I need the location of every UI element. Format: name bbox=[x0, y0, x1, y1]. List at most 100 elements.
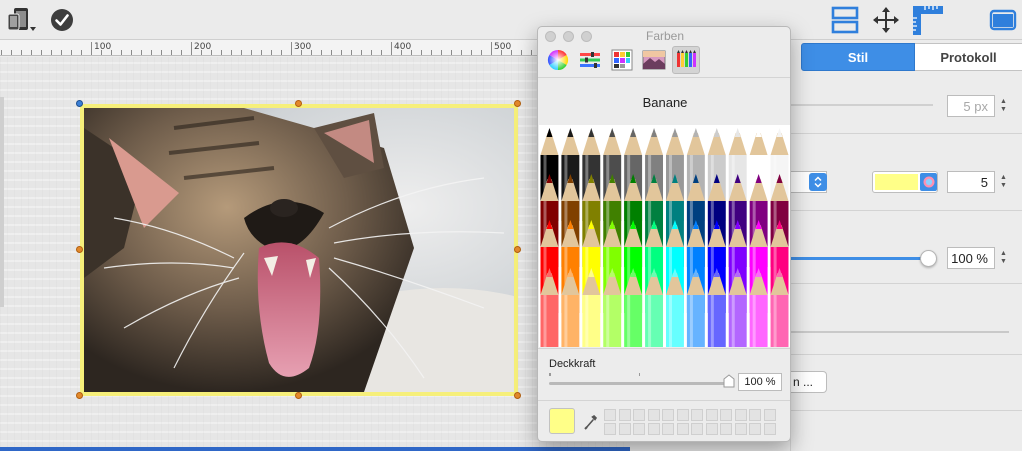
resize-handle-left[interactable] bbox=[76, 246, 83, 253]
swatch-slot[interactable] bbox=[618, 423, 631, 435]
layout-icon[interactable] bbox=[828, 5, 862, 35]
checkmark-circle-icon[interactable] bbox=[48, 6, 76, 34]
window-icon[interactable] bbox=[988, 7, 1018, 33]
swatch-slot[interactable] bbox=[763, 423, 776, 435]
stroke-number-field[interactable]: 5 bbox=[947, 171, 995, 193]
swatch-grid[interactable] bbox=[604, 409, 784, 437]
pencil[interactable] bbox=[707, 268, 726, 347]
pencils-icon[interactable] bbox=[672, 46, 700, 74]
swatch-slot[interactable] bbox=[676, 409, 689, 421]
ruler-tick bbox=[11, 50, 12, 55]
resize-handle-bottom-right[interactable] bbox=[514, 392, 521, 399]
swatch-slot[interactable] bbox=[633, 423, 645, 435]
ruler-tick bbox=[151, 50, 152, 55]
stroke-color-well[interactable] bbox=[872, 171, 938, 193]
ruler-tick bbox=[431, 50, 432, 55]
resize-handle-bottom-left[interactable] bbox=[76, 392, 83, 399]
pencil[interactable] bbox=[603, 268, 622, 347]
panel-divider bbox=[538, 77, 790, 78]
ruler-tick bbox=[521, 50, 522, 55]
options-button[interactable]: n ... bbox=[791, 371, 827, 393]
pencil[interactable] bbox=[686, 268, 705, 347]
devices-icon[interactable] bbox=[4, 4, 40, 36]
swatch-slot[interactable] bbox=[662, 409, 674, 421]
swatch-slot[interactable] bbox=[633, 409, 645, 421]
swatch-slot[interactable] bbox=[705, 423, 718, 435]
pencil[interactable] bbox=[540, 268, 559, 347]
swatch-slot[interactable] bbox=[734, 409, 747, 421]
resize-handle-top-left[interactable] bbox=[76, 100, 83, 107]
popup-chevron-icon[interactable] bbox=[809, 173, 827, 191]
border-width-stepper[interactable]: ▲ ▼ bbox=[998, 95, 1009, 117]
swatch-slot[interactable] bbox=[618, 409, 631, 421]
pencil[interactable] bbox=[728, 268, 747, 347]
ruler-tick bbox=[161, 50, 162, 55]
pencil[interactable] bbox=[624, 268, 643, 347]
swatch-slot[interactable] bbox=[691, 409, 703, 421]
resize-handle-right[interactable] bbox=[514, 246, 521, 253]
swatch-slot[interactable] bbox=[720, 423, 732, 435]
swatch-slot[interactable] bbox=[749, 409, 761, 421]
pencil[interactable] bbox=[561, 268, 580, 347]
panel-opacity-field[interactable]: 100 % bbox=[738, 373, 782, 391]
tab-protokoll[interactable]: Protokoll bbox=[915, 43, 1022, 71]
ruler-tick bbox=[341, 50, 342, 55]
ruler-tick bbox=[321, 50, 322, 55]
opacity-field[interactable]: 100 % bbox=[947, 247, 995, 269]
ruler-tick bbox=[231, 50, 232, 55]
disabled-slider[interactable] bbox=[791, 331, 1009, 333]
opacity-slider[interactable] bbox=[791, 257, 931, 260]
ruler-tick bbox=[391, 42, 392, 55]
opacity-stepper[interactable]: ▲ ▼ bbox=[998, 247, 1009, 269]
resize-handle-top[interactable] bbox=[295, 100, 302, 107]
ruler-tick bbox=[271, 50, 272, 55]
resize-handle-top-right[interactable] bbox=[514, 100, 521, 107]
swatch-slot[interactable] bbox=[734, 423, 747, 435]
swatch-slot[interactable] bbox=[705, 409, 718, 421]
swatch-slot[interactable] bbox=[763, 409, 776, 421]
ruler-icon[interactable] bbox=[910, 3, 946, 37]
color-wheel-icon[interactable] bbox=[544, 46, 572, 74]
swatch-slot[interactable] bbox=[720, 409, 732, 421]
swatch-slot[interactable] bbox=[749, 423, 761, 435]
swatch-slot[interactable] bbox=[604, 423, 616, 435]
slider-tick bbox=[639, 373, 640, 376]
ruler-tick bbox=[421, 50, 422, 55]
panel-opacity-slider-knob[interactable] bbox=[723, 374, 735, 388]
horizontal-ruler: 100 200 300 400 500 bbox=[0, 40, 630, 56]
panel-opacity-slider[interactable] bbox=[549, 382, 729, 385]
swatch-slot[interactable] bbox=[604, 409, 616, 421]
image-palette-icon[interactable] bbox=[640, 46, 668, 74]
pencil[interactable] bbox=[645, 268, 663, 347]
pencil[interactable] bbox=[582, 268, 601, 347]
section-divider bbox=[791, 133, 1022, 134]
color-wheel-icon[interactable] bbox=[920, 173, 937, 191]
swatch-slot[interactable] bbox=[691, 423, 703, 435]
ruler-tick bbox=[41, 50, 42, 55]
opacity-slider-knob[interactable] bbox=[920, 250, 937, 267]
ruler-tick bbox=[171, 50, 172, 55]
pencil-grid[interactable] bbox=[539, 125, 790, 347]
swatch-slot[interactable] bbox=[676, 423, 689, 435]
pencil[interactable] bbox=[770, 268, 789, 347]
ruler-tick bbox=[361, 50, 362, 55]
move-arrows-icon[interactable] bbox=[870, 5, 902, 35]
swatch-slot[interactable] bbox=[647, 423, 660, 435]
cat-photo[interactable] bbox=[80, 104, 518, 396]
eyedropper-icon[interactable] bbox=[583, 413, 599, 431]
tab-stil[interactable]: Stil bbox=[801, 43, 915, 71]
palettes-icon[interactable] bbox=[608, 46, 636, 74]
swatch-slot[interactable] bbox=[662, 423, 674, 435]
resize-handle-bottom[interactable] bbox=[295, 392, 302, 399]
pencil[interactable] bbox=[666, 268, 684, 347]
current-color-well[interactable] bbox=[549, 408, 575, 434]
sliders-icon[interactable] bbox=[576, 46, 604, 74]
pencil[interactable] bbox=[749, 268, 768, 347]
ruler-tick bbox=[451, 50, 452, 55]
stroke-number-stepper[interactable]: ▲ ▼ bbox=[998, 171, 1009, 193]
swatch-slot[interactable] bbox=[647, 409, 660, 421]
border-width-slider[interactable] bbox=[791, 104, 933, 106]
border-width-field[interactable]: 5 px bbox=[947, 95, 995, 117]
canvas-selection-border bbox=[0, 447, 630, 451]
stroke-color-swatch bbox=[875, 174, 918, 190]
